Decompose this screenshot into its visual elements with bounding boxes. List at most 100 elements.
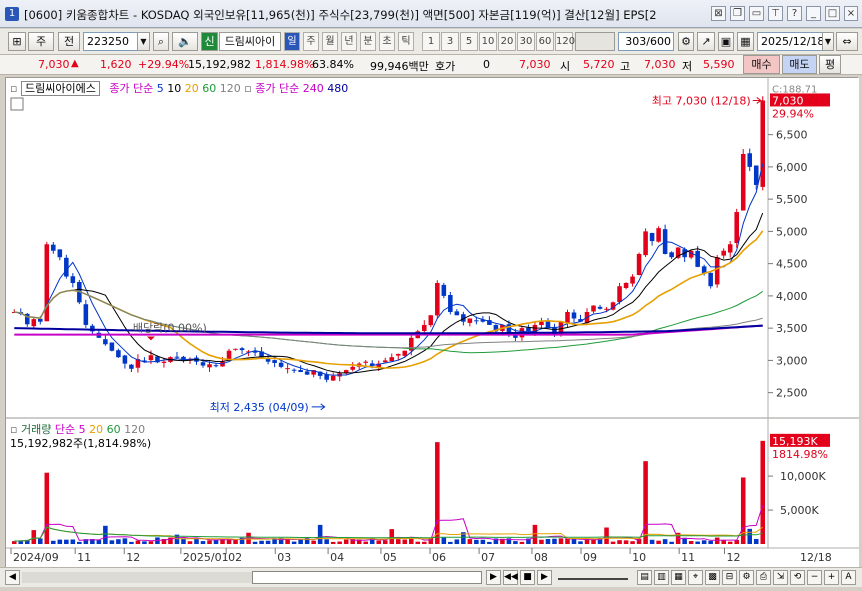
export-icon[interactable]: ⇲: [773, 570, 788, 585]
search-icon[interactable]: ⌕: [153, 32, 169, 51]
tick-button-7[interactable]: 120: [555, 32, 575, 51]
candle-body: [402, 350, 408, 356]
draw-icon[interactable]: ↗: [697, 32, 715, 51]
minimize-icon[interactable]: _: [806, 6, 821, 21]
buy-button[interactable]: 매수: [743, 55, 780, 74]
link-icon[interactable]: ⊠: [711, 6, 726, 21]
candle-body: [721, 250, 726, 256]
period-tab-5[interactable]: 초: [379, 32, 395, 51]
settings-grid-icon[interactable]: ⊞: [8, 32, 26, 51]
layout2-icon[interactable]: ▥: [654, 570, 669, 585]
layout1-icon[interactable]: ▤: [637, 570, 652, 585]
period-tab-3[interactable]: 년: [341, 32, 357, 51]
crosshair-icon[interactable]: ⌖: [688, 570, 703, 585]
speaker-icon[interactable]: 🔈: [172, 32, 198, 51]
sell-button[interactable]: 매도: [782, 55, 817, 74]
period-tab-6[interactable]: 틱: [398, 32, 414, 51]
grid-icon[interactable]: ▩: [705, 570, 720, 585]
chart-area[interactable]: 6,500 6,000 5,500 5,000 4,500 4,000 3,500 3,000…: [5, 77, 859, 568]
save-icon[interactable]: ▣: [718, 32, 734, 51]
calendar-icon[interactable]: ▦: [737, 32, 754, 51]
volume: 15,192,982: [188, 58, 251, 71]
candle-body: [350, 366, 355, 370]
volume-bar: [571, 539, 577, 544]
period-tab-2[interactable]: 월: [322, 32, 338, 51]
all-button[interactable]: 전: [58, 32, 80, 51]
chart-scrollbar[interactable]: ◀ ▶ ◀◀ ■ ▶ ▤ ▥ ▦ ⌖ ▩ ⊟ ⚙ ⎙ ⇲ ⟲ − + A: [0, 567, 862, 587]
volume-bar: [96, 540, 102, 544]
scroll-left-icon[interactable]: ◀: [5, 570, 20, 585]
expand-icon[interactable]: A: [841, 570, 856, 585]
restore-small-icon[interactable]: ❐: [730, 6, 745, 21]
speed-slider[interactable]: [558, 574, 628, 580]
tool2-icon[interactable]: ⊟: [722, 570, 737, 585]
volume-bar: [395, 539, 401, 544]
candle-body: [428, 315, 434, 326]
rewind-icon[interactable]: ◀◀: [503, 570, 518, 585]
layout3-icon[interactable]: ▦: [671, 570, 686, 585]
tool-icon[interactable]: ⚙: [678, 32, 694, 51]
price-series-name[interactable]: 드림씨아이에스: [20, 81, 100, 96]
stop-icon[interactable]: ■: [520, 570, 535, 585]
y-tick-label: 5,500: [776, 193, 808, 206]
tick-button-3[interactable]: 10: [479, 32, 497, 51]
candle-body: [649, 232, 655, 242]
scroll-right-icon[interactable]: ▶: [486, 570, 501, 585]
period-tab-0[interactable]: 일: [284, 32, 300, 51]
y-tick-label: 6,000: [776, 161, 808, 174]
code-dropdown-icon[interactable]: ▼: [137, 32, 150, 51]
zoom-out-icon[interactable]: −: [807, 570, 822, 585]
candle-body: [604, 308, 609, 310]
tick-button-6[interactable]: 60: [536, 32, 554, 51]
period-tab-4[interactable]: 분: [360, 32, 376, 51]
volume-bar: [44, 472, 50, 544]
date-dropdown-icon[interactable]: ▼: [822, 32, 834, 51]
ma480-label: 480: [327, 82, 349, 95]
candle-body: [330, 375, 336, 381]
x-tick-label: 02: [228, 551, 242, 564]
window-title: [0600] 키움종합차트 - KOSDAQ 외국인보유[11,965(천)] …: [24, 8, 657, 22]
gear-icon[interactable]: ⚙: [739, 570, 754, 585]
volume-bar: [422, 541, 427, 544]
bookmark-icon[interactable]: ⊤: [768, 6, 783, 21]
date-field[interactable]: 2025/12/18: [757, 32, 824, 51]
candle-body: [740, 153, 746, 211]
volume-bar: [701, 540, 707, 544]
code-input[interactable]: 223250: [83, 32, 138, 51]
pin-icon[interactable]: ▭: [749, 6, 764, 21]
scroll-thumb[interactable]: [252, 571, 482, 584]
mode-select[interactable]: 주: [28, 32, 54, 51]
tick-button-1[interactable]: 3: [441, 32, 459, 51]
candle-body: [441, 284, 447, 296]
tick-button-0[interactable]: 1: [422, 32, 440, 51]
compare-icon[interactable]: ⇔: [836, 32, 858, 51]
period-select[interactable]: [575, 32, 615, 51]
count-field[interactable]: 303/600: [618, 32, 674, 51]
zoom-in-icon[interactable]: +: [824, 570, 839, 585]
candle-body: [708, 272, 713, 287]
candle-body: [727, 244, 733, 253]
scroll-track[interactable]: [22, 572, 252, 583]
tick-button-4[interactable]: 20: [498, 32, 516, 51]
legend-dot-icon: ▫: [10, 82, 18, 95]
volume-bar: [148, 541, 154, 544]
close-icon[interactable]: ×: [844, 6, 858, 21]
help-icon[interactable]: ?: [787, 6, 802, 21]
volume-bar: [187, 541, 193, 544]
current-price: 7,030: [38, 58, 70, 71]
change-percent: +29.94%: [138, 58, 190, 71]
price-chart-svg[interactable]: 6,500 6,000 5,500 5,000 4,500 4,000 3,500 3,000…: [6, 78, 859, 568]
play-icon[interactable]: ▶: [537, 570, 552, 585]
tick-button-5[interactable]: 30: [517, 32, 535, 51]
candle-body: [630, 276, 635, 284]
period-tab-1[interactable]: 주: [303, 32, 319, 51]
candle-body: [539, 321, 544, 326]
tick-button-2[interactable]: 5: [460, 32, 478, 51]
volume-bar: [311, 540, 316, 544]
chart-toolbar: ⊞ 주 전 223250 ▼ ⌕ 🔈 신 드림씨아이 일주월년분초틱 1 3 5 10…: [0, 29, 862, 55]
zoom-reset-icon[interactable]: ⟲: [790, 570, 805, 585]
volume-bar: [213, 539, 219, 544]
print-icon[interactable]: ⎙: [756, 570, 771, 585]
maximize-icon[interactable]: □: [825, 6, 840, 21]
eval-button[interactable]: 평: [819, 55, 841, 74]
